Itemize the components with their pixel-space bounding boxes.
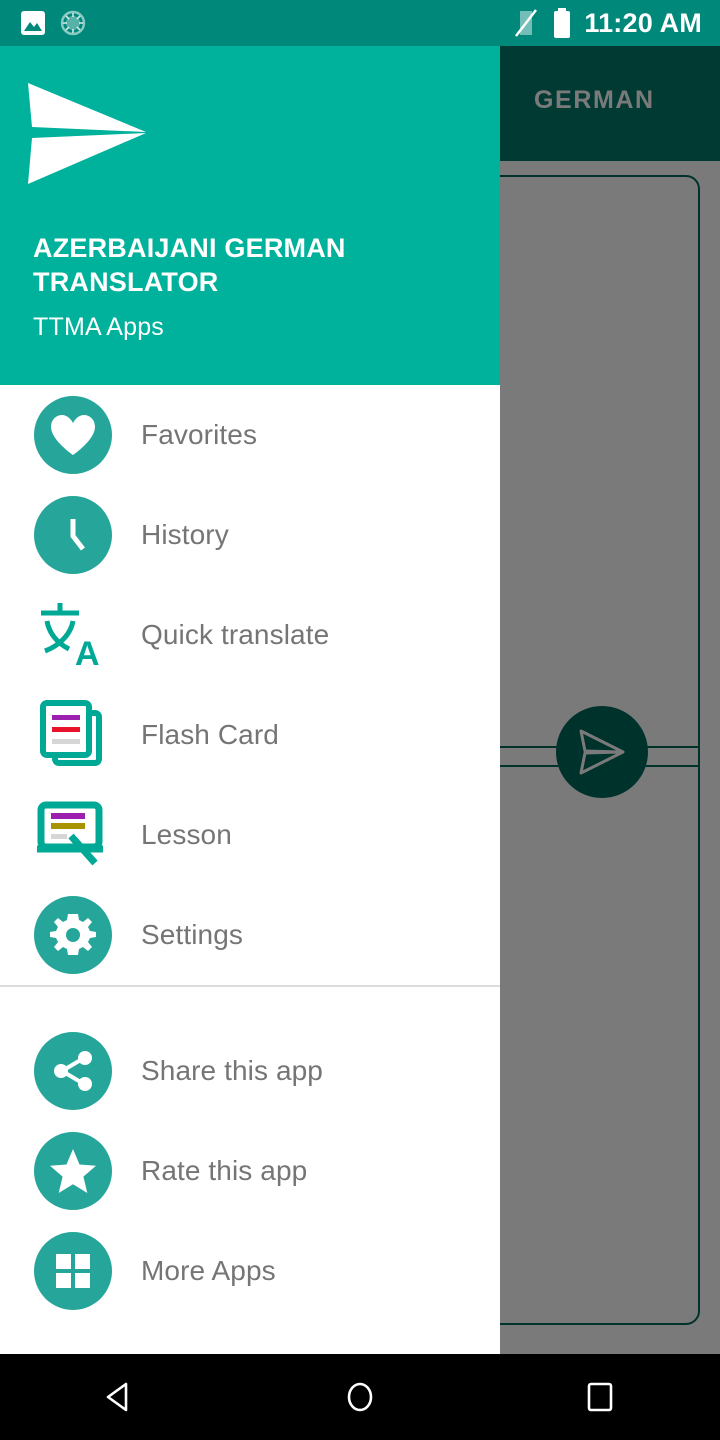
menu-item-share-this-app[interactable]: Share this app: [0, 1021, 500, 1121]
lesson-icon-wrap: [33, 795, 113, 875]
menu-label: Favorites: [141, 419, 258, 450]
flash-card-icon: [40, 700, 102, 766]
status-bar: 11:20 AM: [0, 0, 720, 46]
quick-translate-icon-wrap: A: [33, 595, 113, 675]
drawer-app-title: AZERBAIJANI GERMAN TRANSLATOR: [33, 233, 346, 297]
battery-icon: [554, 8, 571, 38]
grid-glyph: [56, 1254, 90, 1288]
menu-label: More Apps: [141, 1255, 276, 1286]
drawer-app-subtitle: TTMA Apps: [33, 313, 165, 341]
menu-label: Lesson: [141, 819, 232, 850]
menu-gap: [0, 987, 500, 1021]
drawer-header: AZERBAIJANI GERMAN TRANSLATOR TTMA Apps: [0, 46, 500, 385]
rate-icon-wrap: [33, 1131, 113, 1211]
translate-icon: A: [41, 603, 100, 671]
menu-item-more-apps[interactable]: More Apps: [0, 1221, 500, 1321]
navigation-drawer: AZERBAIJANI GERMAN TRANSLATOR TTMA Apps …: [0, 46, 500, 1354]
lesson-board-icon: [37, 801, 103, 866]
menu-label: History: [141, 519, 229, 550]
menu-item-history[interactable]: History: [0, 485, 500, 585]
menu-item-quick-translate[interactable]: A Quick translate: [0, 585, 500, 685]
status-bar-notifications: [0, 10, 86, 36]
menu-item-rate-this-app[interactable]: Rate this app: [0, 1121, 500, 1221]
menu-item-lesson[interactable]: Lesson: [0, 785, 500, 885]
image-icon: [21, 11, 45, 35]
heart-icon: [34, 396, 112, 474]
menu-item-favorites[interactable]: Favorites: [0, 385, 500, 485]
favorites-icon-wrap: [33, 395, 113, 475]
drawer-secondary-menu: Share this app Rate this app More Apps: [0, 1021, 500, 1321]
gear-icon: [34, 896, 112, 974]
no-sim-icon: [515, 9, 538, 37]
status-bar-clock: 11:20 AM: [584, 8, 702, 38]
back-button[interactable]: [0, 1354, 240, 1440]
share-icon: [34, 1032, 112, 1110]
settings-icon-wrap: [33, 895, 113, 975]
square-recents-icon: [587, 1382, 613, 1412]
heart-glyph: [51, 415, 95, 455]
phone-screen: GERMAN AZERBAIJANI GERMAN TRANSLATOR TTM…: [0, 0, 720, 1440]
circle-home-icon: [347, 1382, 373, 1412]
menu-label: Settings: [141, 919, 243, 950]
drawer-primary-menu: Favorites History A Quick translate Flas…: [0, 385, 500, 985]
star-glyph: [50, 1149, 96, 1193]
share-icon-wrap: [33, 1031, 113, 1111]
share-glyph: [54, 1051, 92, 1091]
star-icon: [34, 1132, 112, 1210]
status-bar-system-icons: 11:20 AM: [512, 0, 720, 46]
clock-icon: [34, 496, 112, 574]
gear-glyph: [50, 914, 96, 955]
history-icon-wrap: [33, 495, 113, 575]
flash-card-icon-wrap: [33, 695, 113, 775]
more-apps-icon-wrap: [33, 1231, 113, 1311]
menu-label: Rate this app: [141, 1155, 308, 1186]
menu-label: Quick translate: [141, 619, 330, 650]
svg-text:A: A: [75, 635, 100, 671]
menu-item-settings[interactable]: Settings: [0, 885, 500, 985]
grid-apps-icon: [34, 1232, 112, 1310]
home-button[interactable]: [240, 1354, 480, 1440]
clock-glyph: [70, 519, 85, 551]
spinner-icon: [60, 10, 86, 36]
menu-label: Share this app: [141, 1055, 323, 1086]
menu-label: Flash Card: [141, 719, 279, 750]
menu-item-flash-card[interactable]: Flash Card: [0, 685, 500, 785]
recents-button[interactable]: [480, 1354, 720, 1440]
send-plane-logo: [28, 83, 146, 184]
triangle-back-icon: [106, 1382, 128, 1412]
android-nav-bar: [0, 1354, 720, 1440]
